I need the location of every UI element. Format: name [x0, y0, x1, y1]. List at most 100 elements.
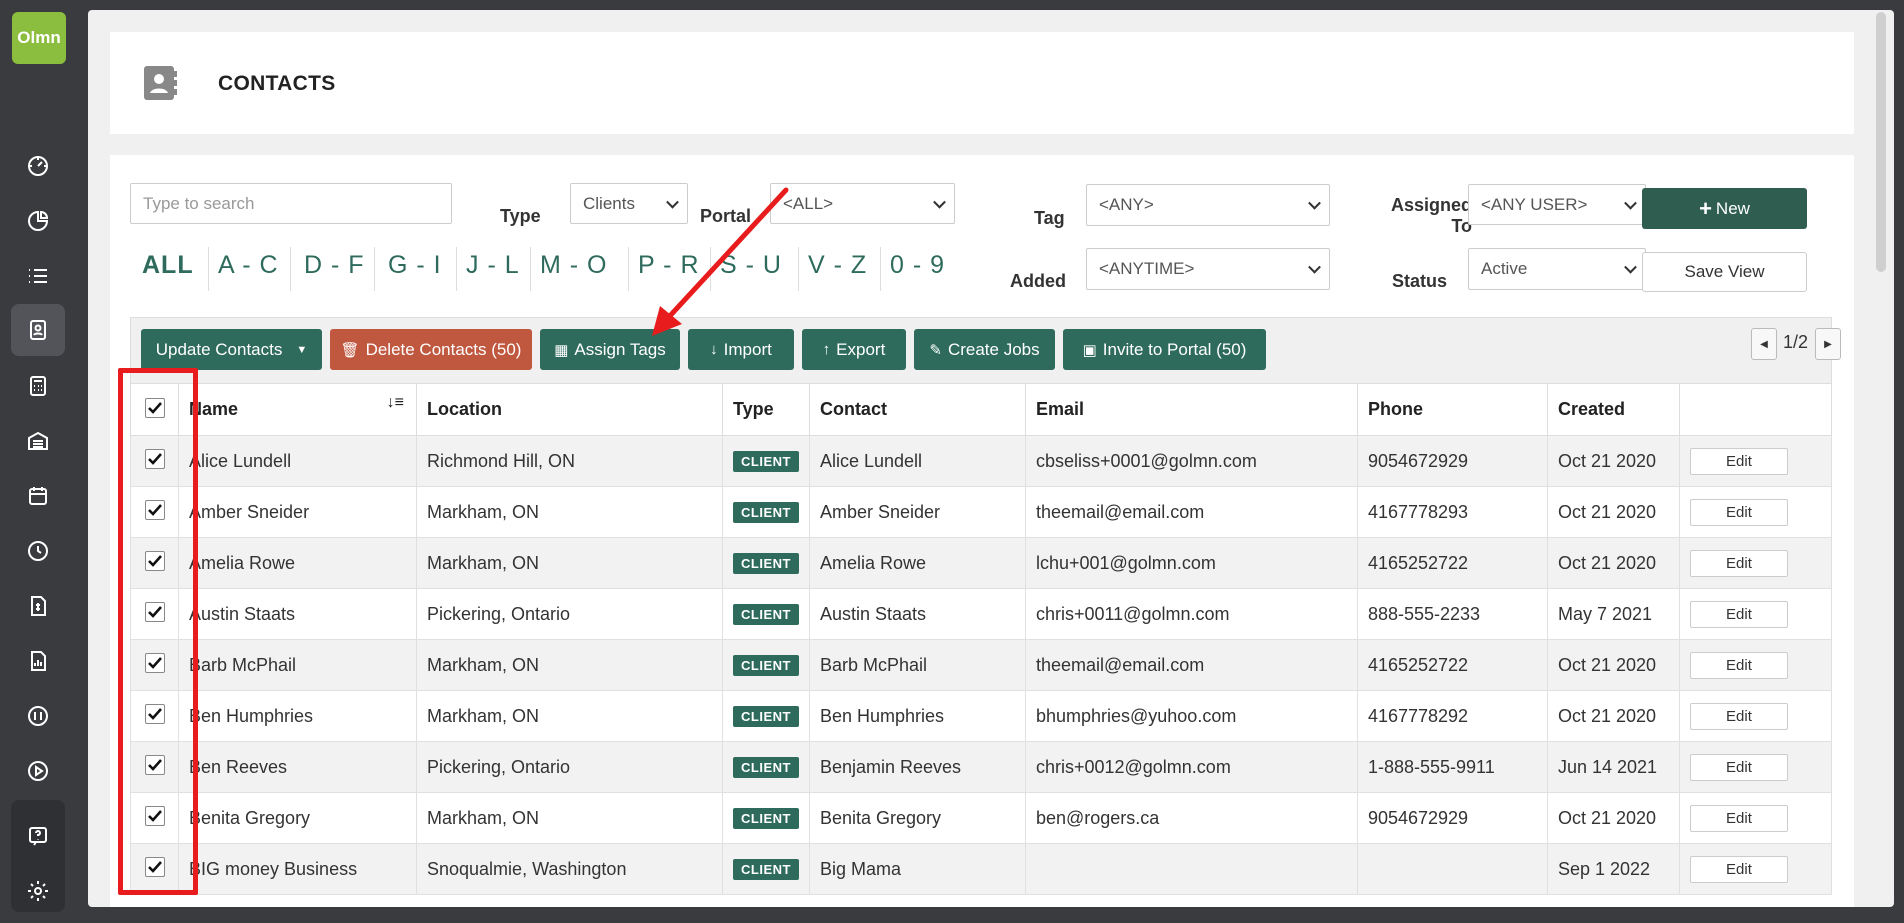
edit-button[interactable]: Edit — [1689, 804, 1788, 832]
cell-contact: Benjamin Reeves — [808, 741, 1026, 793]
app-logo[interactable]: Olmn — [12, 12, 66, 64]
table-row[interactable]: Barb McPhail Markham, ON CLIENT Barb McPhai… — [130, 639, 1833, 691]
edit-button[interactable]: Edit — [1689, 702, 1788, 730]
cell-name: Alice Lundell — [178, 435, 417, 487]
type-badge: CLIENT — [733, 655, 799, 676]
edit-button[interactable]: Edit — [1689, 549, 1788, 577]
save-view-button[interactable]: Save View — [1642, 252, 1807, 292]
table-row[interactable]: Austin Staats Pickering, Ontario CLIENT Aus… — [130, 588, 1833, 640]
column-header-type[interactable]: Type — [722, 383, 810, 436]
table-row[interactable]: Amber Sneider Markham, ON CLIENT Amber Snei… — [130, 486, 1833, 538]
cell-type: CLIENT — [722, 486, 810, 538]
table-row[interactable]: BIG money Business Snoqualmie, Washington… — [130, 843, 1833, 895]
edit-button[interactable]: Edit — [1689, 600, 1788, 628]
list-icon[interactable] — [11, 250, 65, 302]
import-button[interactable]: ↓ Import — [688, 329, 794, 370]
table-row[interactable]: Benita Gregory Markham, ON CLIENT Benita Gr… — [130, 792, 1833, 844]
prev-page-button[interactable]: ◀ — [1751, 328, 1777, 360]
alpha-filter-0-9[interactable]: 0 - 9 — [890, 251, 945, 280]
column-header-email[interactable]: Email — [1024, 383, 1358, 436]
tag-select[interactable]: <ANY> — [1086, 184, 1330, 226]
invoice-icon[interactable] — [11, 580, 65, 632]
quickbooks-icon[interactable] — [11, 690, 65, 742]
assign-tags-button[interactable]: ▦ Assign Tags — [540, 329, 680, 370]
column-header-location[interactable]: Location — [416, 383, 723, 436]
table-row[interactable]: Amelia Rowe Markham, ON CLIENT Amelia Rowe l… — [130, 537, 1833, 589]
contacts-book-icon — [142, 64, 178, 102]
create-jobs-button[interactable]: ✎ Create Jobs — [914, 329, 1055, 370]
cell-created: Oct 21 2020 — [1546, 435, 1680, 487]
alpha-filter-m-o[interactable]: M - O — [540, 251, 608, 280]
warehouse-icon[interactable] — [11, 415, 65, 467]
pie-chart-icon[interactable] — [11, 195, 65, 247]
search-input[interactable] — [130, 183, 452, 224]
dashboard-icon[interactable] — [11, 140, 65, 192]
alpha-filter-a-c[interactable]: A - C — [218, 251, 279, 280]
update-contacts-button[interactable]: Update Contacts ▼ — [141, 329, 322, 370]
cell-phone: 888-555-2233 — [1356, 588, 1548, 640]
new-contact-button[interactable]: + New — [1642, 188, 1807, 229]
added-label: Added — [1010, 271, 1066, 291]
clock-icon[interactable] — [11, 525, 65, 577]
type-select[interactable]: Clients — [570, 183, 688, 224]
column-header-name[interactable]: Name ↓≡ — [178, 383, 417, 436]
column-header-contact[interactable]: Contact — [808, 383, 1026, 436]
alpha-filter-g-i[interactable]: G - I — [388, 251, 442, 280]
invite-to-portal-button[interactable]: ▣ Invite to Portal (50) — [1063, 329, 1266, 370]
edit-button[interactable]: Edit — [1689, 855, 1788, 883]
alpha-filter-j-l[interactable]: J - L — [466, 251, 520, 280]
cell-location: Markham, ON — [416, 537, 723, 589]
calendar-icon[interactable] — [11, 470, 65, 522]
cell-actions: Edit — [1678, 435, 1833, 487]
assigned-select[interactable]: <ANY USER> — [1468, 184, 1646, 225]
export-button[interactable]: ↑ Export — [802, 329, 906, 370]
alpha-filter-d-f[interactable]: D - F — [304, 251, 365, 280]
status-select[interactable]: Active — [1468, 248, 1646, 290]
plus-icon: + — [1699, 195, 1712, 221]
cell-location: Markham, ON — [416, 792, 723, 844]
table-row[interactable]: Alice Lundell Richmond Hill, ON CLIENT Alic… — [130, 435, 1833, 487]
scrollbar[interactable] — [1876, 12, 1886, 272]
gear-icon[interactable] — [11, 865, 65, 917]
alpha-filter-s-u[interactable]: S - U — [720, 251, 782, 280]
edit-button[interactable]: Edit — [1689, 753, 1788, 781]
cell-contact: Ben Humphries — [808, 690, 1026, 742]
table-row[interactable]: Ben Humphries Markham, ON CLIENT Ben Humphr… — [130, 690, 1833, 742]
cell-phone: 9054672929 — [1356, 435, 1548, 487]
edit-button[interactable]: Edit — [1689, 498, 1788, 526]
added-select[interactable]: <ANYTIME> — [1086, 248, 1330, 290]
help-icon[interactable] — [11, 810, 65, 862]
report-icon[interactable] — [11, 635, 65, 687]
cell-actions: Edit — [1678, 741, 1833, 793]
assigned-label: Assigned To — [1390, 195, 1472, 236]
next-page-button[interactable]: ▶ — [1815, 328, 1841, 360]
edit-button[interactable]: Edit — [1689, 651, 1788, 679]
portal-select[interactable]: <ALL> — [770, 183, 955, 224]
delete-contacts-button[interactable]: 🗑 Delete Contacts (50) — [330, 329, 532, 370]
alpha-filter-all[interactable]: ALL — [142, 251, 194, 280]
cell-location: Markham, ON — [416, 486, 723, 538]
alpha-filter-v-z[interactable]: V - Z — [808, 251, 867, 280]
cell-contact: Barb McPhail — [808, 639, 1026, 691]
column-header-phone[interactable]: Phone — [1356, 383, 1548, 436]
edit-button[interactable]: Edit — [1689, 447, 1788, 475]
cell-name: Ben Reeves — [178, 741, 417, 793]
arrow-down-icon: ↓ — [710, 341, 718, 358]
cell-type: CLIENT — [722, 843, 810, 895]
cell-created: Oct 21 2020 — [1546, 690, 1680, 742]
cell-created: May 7 2021 — [1546, 588, 1680, 640]
calculator-icon[interactable] — [11, 360, 65, 412]
cell-type: CLIENT — [722, 435, 810, 487]
play-icon[interactable] — [11, 745, 65, 797]
portal-label: Portal — [700, 206, 752, 226]
column-header-created[interactable]: Created — [1546, 383, 1680, 436]
contacts-icon[interactable] — [11, 304, 65, 356]
cell-type: CLIENT — [722, 537, 810, 589]
sort-icon[interactable]: ↓≡ — [387, 394, 404, 412]
cell-created: Oct 21 2020 — [1546, 486, 1680, 538]
cell-phone: 1-888-555-9911 — [1356, 741, 1548, 793]
cell-phone: 9054672929 — [1356, 792, 1548, 844]
divider — [208, 247, 209, 291]
table-row[interactable]: Ben Reeves Pickering, Ontario CLIENT Benjam… — [130, 741, 1833, 793]
alpha-filter-p-r[interactable]: P - R — [638, 251, 700, 280]
